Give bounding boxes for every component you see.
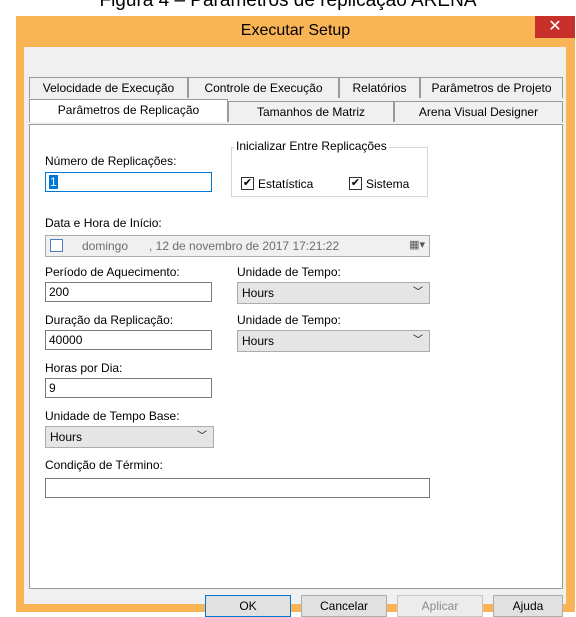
data-hora-day: domingo <box>82 239 129 253</box>
checkmark-icon: ✔ <box>350 177 361 189</box>
tab-parametros-projeto[interactable]: Parâmetros de Projeto <box>420 77 563 98</box>
horas-dia-input[interactable]: 9 <box>45 378 212 398</box>
estatistica-label: Estatística <box>258 177 314 191</box>
condicao-input[interactable] <box>45 478 430 498</box>
data-hora-checkbox[interactable] <box>50 239 63 252</box>
chevron-down-icon: ﹀ <box>413 335 423 346</box>
unidade-base-value: Hours <box>50 430 83 444</box>
sistema-checkbox[interactable]: ✔ <box>349 177 362 190</box>
duracao-label: Duração da Replicação: <box>45 313 174 327</box>
unidade-tempo-label-1: Unidade de Tempo: <box>237 265 341 279</box>
ok-button[interactable]: OK <box>205 595 291 617</box>
condicao-label: Condição de Término: <box>45 458 163 472</box>
dialog-client-area: Velocidade de Execução Controle de Execu… <box>24 47 566 617</box>
duracao-input[interactable]: 40000 <box>45 330 212 350</box>
title-bar: Executar Setup ✕ <box>16 16 575 47</box>
num-replicacoes-value: 1 <box>49 175 58 189</box>
figure-caption: Figura 4 – Parâmetros de replicação AREN… <box>99 0 477 11</box>
unidade-tempo-select-2[interactable]: Hours ﹀ <box>237 330 430 352</box>
unidade-base-select[interactable]: Hours ﹀ <box>45 426 214 448</box>
ajuda-button[interactable]: Ajuda <box>493 595 563 617</box>
tab-controle-execucao[interactable]: Controle de Execução <box>188 77 339 98</box>
unidade-base-label: Unidade de Tempo Base: <box>45 409 180 423</box>
num-replicacoes-label: Número de Replicações: <box>45 154 177 168</box>
aquecimento-label: Período de Aquecimento: <box>45 265 180 279</box>
unidade-tempo-value-2: Hours <box>242 334 275 348</box>
tab-tamanhos-matriz[interactable]: Tamanhos de Matriz <box>228 101 394 122</box>
horas-dia-label: Horas por Dia: <box>45 361 123 375</box>
checkmark-icon: ✔ <box>242 177 253 189</box>
tab-parametros-replicacao[interactable]: Parâmetros de Replicação <box>29 99 228 122</box>
tab-panel-replicacao: Número de Replicações: 1 Inicializar Ent… <box>29 124 563 589</box>
num-replicacoes-input[interactable]: 1 <box>45 172 212 192</box>
cancelar-button[interactable]: Cancelar <box>301 595 387 617</box>
tab-relatorios[interactable]: Relatórios <box>339 77 420 98</box>
chevron-down-icon: ﹀ <box>413 287 423 298</box>
close-button[interactable]: ✕ <box>535 16 575 38</box>
dialog-title: Executar Setup <box>240 22 351 39</box>
unidade-tempo-value-1: Hours <box>242 286 275 300</box>
calendar-icon[interactable]: ▦▾ <box>409 236 425 254</box>
tab-arena-visual-designer[interactable]: Arena Visual Designer <box>394 101 563 122</box>
aquecimento-input[interactable]: 200 <box>45 282 212 302</box>
estatistica-checkbox[interactable]: ✔ <box>241 177 254 190</box>
dialog-window: Executar Setup ✕ Velocidade de Execução … <box>16 16 575 617</box>
chevron-down-icon: ﹀ <box>197 431 207 442</box>
data-hora-value: , 12 de novembro de 2017 17:21:22 <box>149 239 340 253</box>
data-hora-picker[interactable]: domingo , 12 de novembro de 2017 17:21:2… <box>45 235 430 257</box>
tab-velocidade-execucao[interactable]: Velocidade de Execução <box>29 77 188 98</box>
sistema-label: Sistema <box>366 177 410 191</box>
data-hora-label: Data e Hora de Início: <box>45 216 162 230</box>
aplicar-button[interactable]: Aplicar <box>397 595 483 617</box>
unidade-tempo-label-2: Unidade de Tempo: <box>237 313 341 327</box>
unidade-tempo-select-1[interactable]: Hours ﹀ <box>237 282 430 304</box>
inicializar-group-title: Inicializar Entre Replicações <box>234 139 389 153</box>
